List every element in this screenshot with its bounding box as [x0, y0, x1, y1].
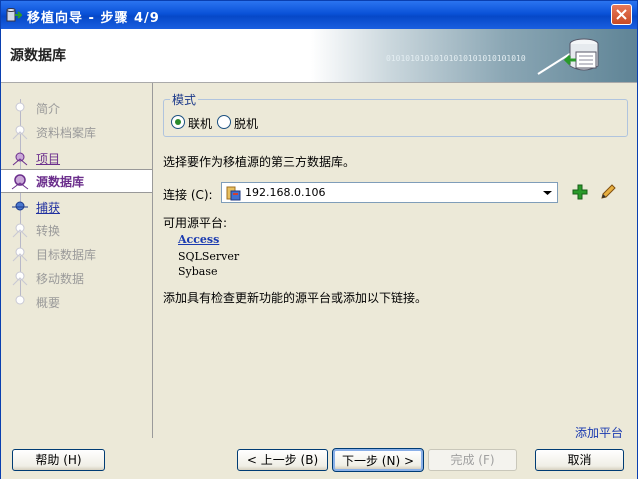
next-button[interactable]: 下一步 (N) >	[332, 448, 424, 472]
step-node-icon	[12, 223, 28, 238]
binary-decoration: 01010101010101010101010101010	[386, 54, 526, 63]
step-label: 目标数据库	[36, 248, 97, 262]
step-label: 简介	[36, 102, 61, 116]
step-move-data[interactable]: 移动数据	[1, 267, 152, 289]
step-summary[interactable]: 概要	[1, 291, 152, 313]
back-button[interactable]: < 上一步 (B)	[237, 449, 328, 471]
connection-value: 192.168.0.106	[245, 186, 326, 199]
page-title: 源数据库	[10, 48, 66, 64]
window-title: 移植向导 - 步骤 4/9	[27, 11, 160, 26]
step-node-icon	[12, 201, 28, 211]
help-button[interactable]: 帮助 (H)	[12, 449, 105, 471]
add-connection-icon[interactable]	[572, 184, 588, 200]
chevron-down-icon[interactable]	[539, 184, 556, 201]
content-panel: 模式 联机 脱机 选择要作为移植源的第三方数据库。 连接 (C): 192.16…	[153, 83, 637, 440]
step-node-icon	[15, 295, 25, 305]
platform-sybase: Sybase	[178, 265, 218, 278]
steps-sidebar: 简介 资料档案库 项目 源数据库 捕获 转换 目标数据库 移动数据 概要	[1, 83, 153, 438]
step-node-icon	[12, 271, 28, 286]
step-capture[interactable]: 捕获	[1, 196, 152, 218]
step-node-icon	[12, 247, 28, 262]
available-platforms-label: 可用源平台:	[163, 216, 228, 230]
step-label: 源数据库	[36, 175, 85, 189]
connection-select[interactable]: 192.168.0.106	[221, 182, 558, 203]
wizard-window: 移植向导 - 步骤 4/9 源数据库 010101010101010101010…	[0, 0, 638, 479]
step-repository[interactable]: 资料档案库	[1, 121, 152, 143]
platform-sqlserver: SQLServer	[178, 250, 240, 263]
step-label: 捕获	[36, 201, 61, 215]
radio-dot	[175, 119, 181, 125]
step-target-database[interactable]: 目标数据库	[1, 243, 152, 265]
title-bar[interactable]: 移植向导 - 步骤 4/9	[1, 1, 637, 29]
radio-label: 联机	[188, 117, 213, 131]
app-icon	[6, 8, 22, 22]
step-source-database[interactable]: 源数据库	[1, 169, 152, 193]
step-intro[interactable]: 简介	[1, 97, 152, 119]
finish-button[interactable]: 完成 (F)	[428, 449, 517, 471]
connection-label: 连接 (C):	[163, 188, 213, 202]
step-node-icon	[12, 152, 28, 166]
radio-label: 脱机	[234, 117, 259, 131]
step-convert[interactable]: 转换	[1, 219, 152, 241]
step-label: 移动数据	[36, 272, 85, 286]
close-icon	[616, 9, 627, 20]
radio-circle	[217, 115, 231, 129]
step-label: 转换	[36, 224, 61, 238]
edit-connection-icon[interactable]	[599, 183, 617, 201]
step-node-icon	[12, 125, 28, 140]
mode-legend: 模式	[170, 91, 199, 108]
add-platform-note: 添加具有检查更新功能的源平台或添加以下链接。	[163, 291, 428, 305]
step-node-icon	[11, 174, 29, 190]
step-label: 项目	[36, 152, 61, 166]
page-header: 源数据库 01010101010101010101010101010	[1, 29, 637, 83]
database-icon	[537, 38, 599, 75]
header-banner: 01010101010101010101010101010	[311, 29, 637, 82]
platform-access-link[interactable]: Access	[178, 233, 219, 246]
mode-group: 模式 联机 脱机	[163, 91, 628, 137]
step-project[interactable]: 项目	[1, 147, 152, 169]
description-text: 选择要作为移植源的第三方数据库。	[163, 155, 356, 169]
connection-icon	[226, 186, 241, 201]
radio-circle	[171, 115, 185, 129]
step-node-icon	[15, 102, 25, 112]
step-label: 概要	[36, 296, 61, 310]
button-bar: 帮助 (H) < 上一步 (B) 下一步 (N) > 完成 (F) 取消	[1, 438, 637, 479]
close-button[interactable]	[611, 4, 632, 25]
step-label: 资料档案库	[36, 126, 97, 140]
cancel-button[interactable]: 取消	[535, 449, 624, 471]
